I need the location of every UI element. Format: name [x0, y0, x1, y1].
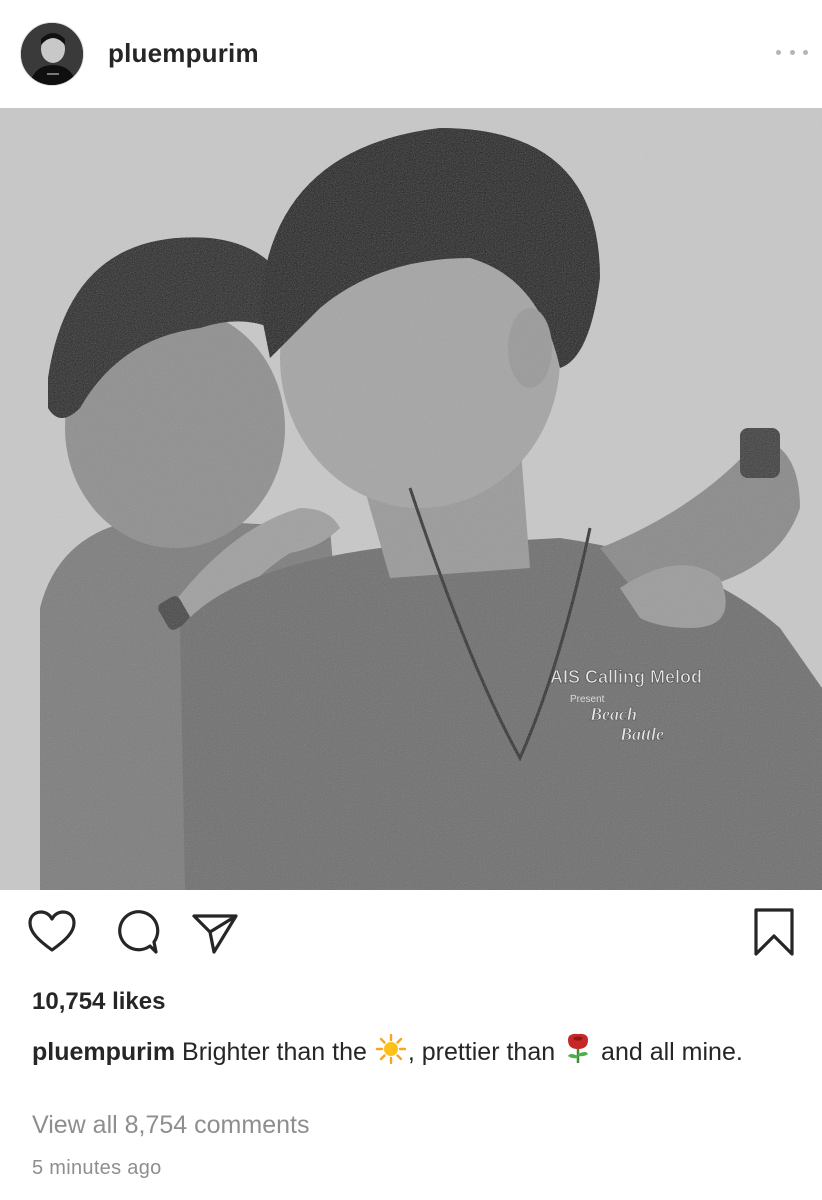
- bookmark-icon[interactable]: [748, 908, 800, 956]
- caption-text-part1: Brighter than the: [182, 1038, 367, 1066]
- view-all-comments-link[interactable]: View all 8,754 comments: [32, 1111, 309, 1140]
- caption-text-part3: and all mine.: [601, 1038, 743, 1066]
- avatar[interactable]: [20, 22, 84, 86]
- likes-count[interactable]: 10,754 likes: [32, 988, 165, 1016]
- sun-emoji-icon: [375, 1034, 406, 1064]
- shirt-print-line4: Battle: [619, 724, 664, 744]
- rose-emoji-icon: [564, 1032, 592, 1064]
- post-header: pluempurim: [0, 0, 822, 108]
- shirt-print-line3: Beach: [589, 704, 637, 724]
- shirt-print-line1: AIS Calling Melod: [550, 667, 702, 687]
- username[interactable]: pluempurim: [108, 38, 259, 69]
- caption-username[interactable]: pluempurim: [32, 1038, 175, 1066]
- comment-bubble-icon[interactable]: [110, 908, 162, 956]
- caption: pluempurim Brighter than the , prettier …: [32, 1032, 792, 1069]
- post-timestamp: 5 minutes ago: [32, 1157, 162, 1179]
- more-options-icon[interactable]: [776, 46, 808, 58]
- caption-text-part2: , prettier than: [407, 1038, 556, 1066]
- heart-icon[interactable]: [26, 908, 78, 956]
- action-bar: [0, 890, 822, 990]
- paper-plane-icon[interactable]: [190, 908, 242, 956]
- post-photo[interactable]: AIS Calling Melod Present Beach Battle: [0, 108, 822, 890]
